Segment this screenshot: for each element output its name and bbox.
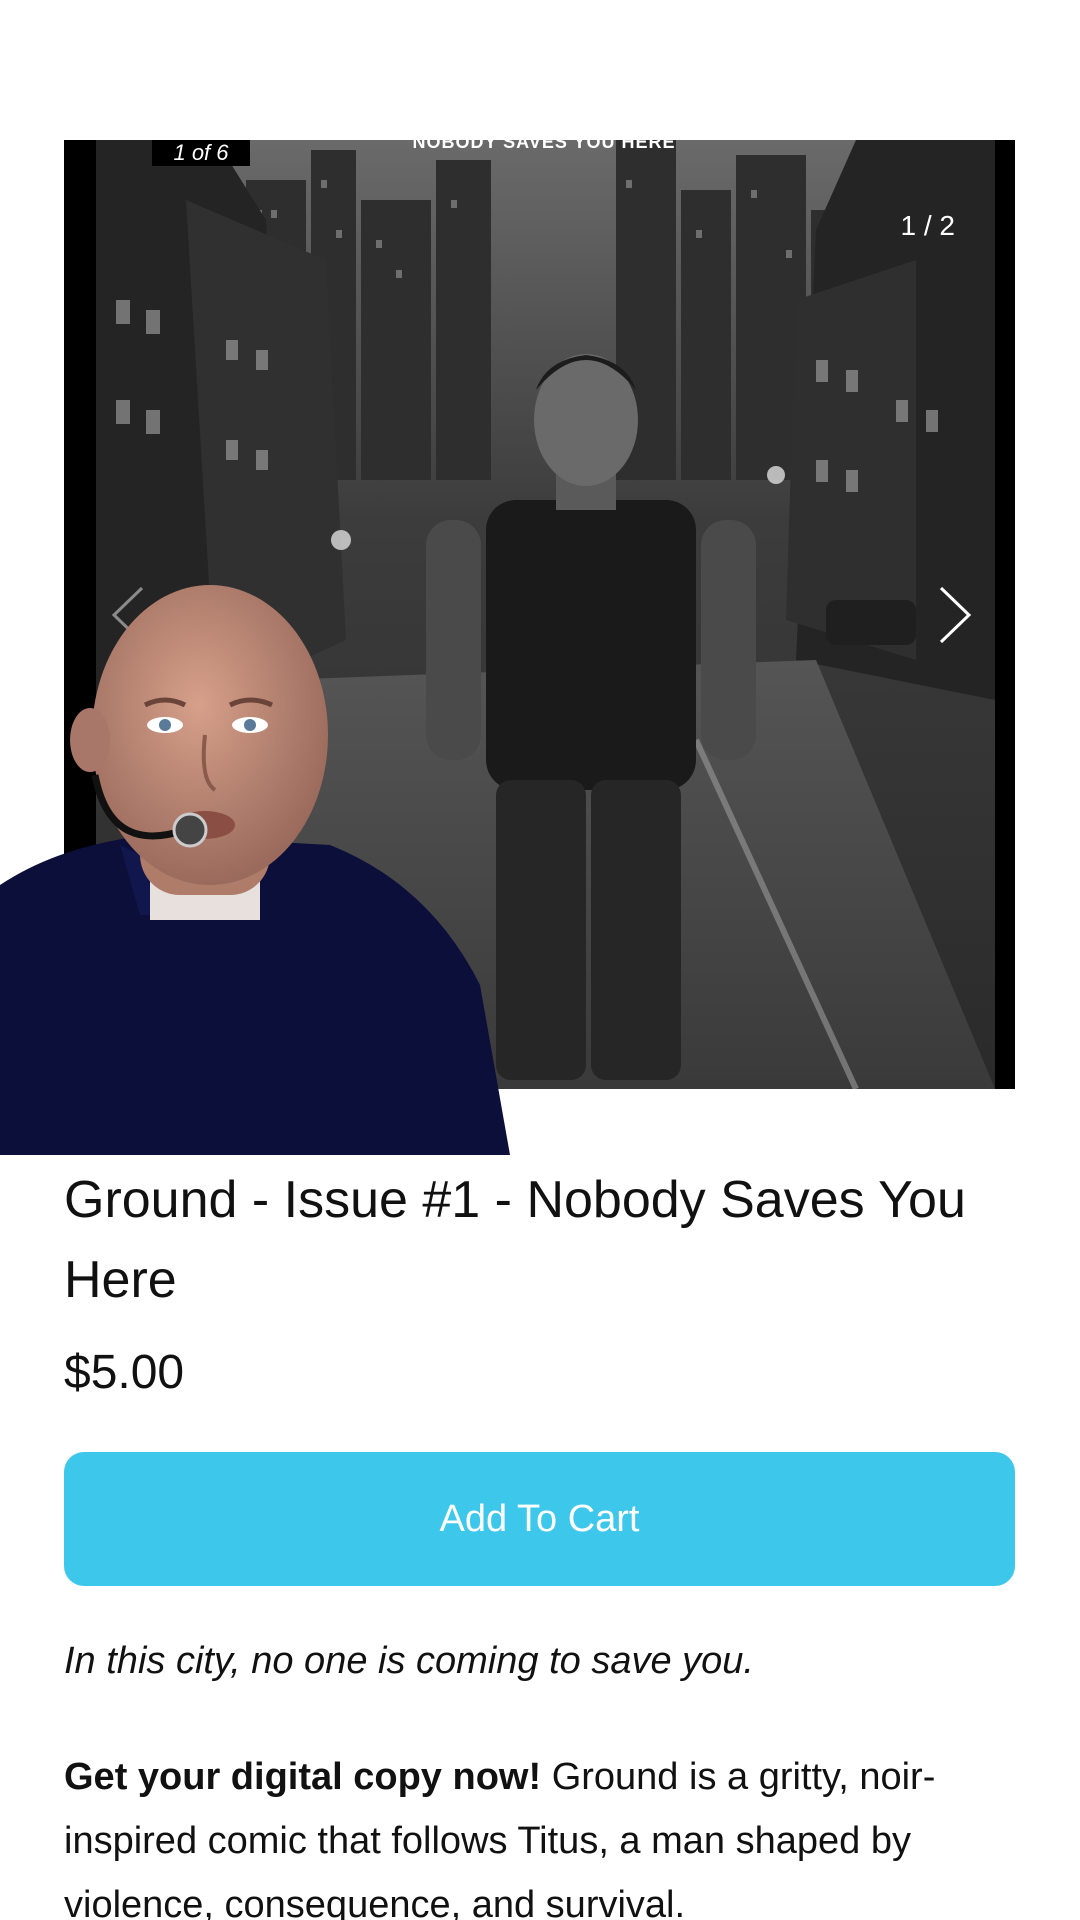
cover-title-text: NOBODY SAVES YOU HERE [412,140,676,152]
product-price: $5.00 [64,1346,185,1399]
product-description: Get your digital copy now! Ground is a g… [64,1745,1024,1920]
product-tagline: In this city, no one is coming to save y… [64,1640,754,1682]
description-callout: Get your digital copy now! [64,1756,542,1798]
slide-counter-badge: 1 of 6 [152,140,250,166]
add-to-cart-button[interactable]: Add To Cart [64,1452,1015,1586]
chevron-right-icon[interactable] [929,580,979,650]
product-title: Ground - Issue #1 - Nobody Saves You Her… [64,1171,966,1309]
page-counter: 1 / 2 [900,210,955,241]
presenter-webcam-overlay [0,585,520,1155]
